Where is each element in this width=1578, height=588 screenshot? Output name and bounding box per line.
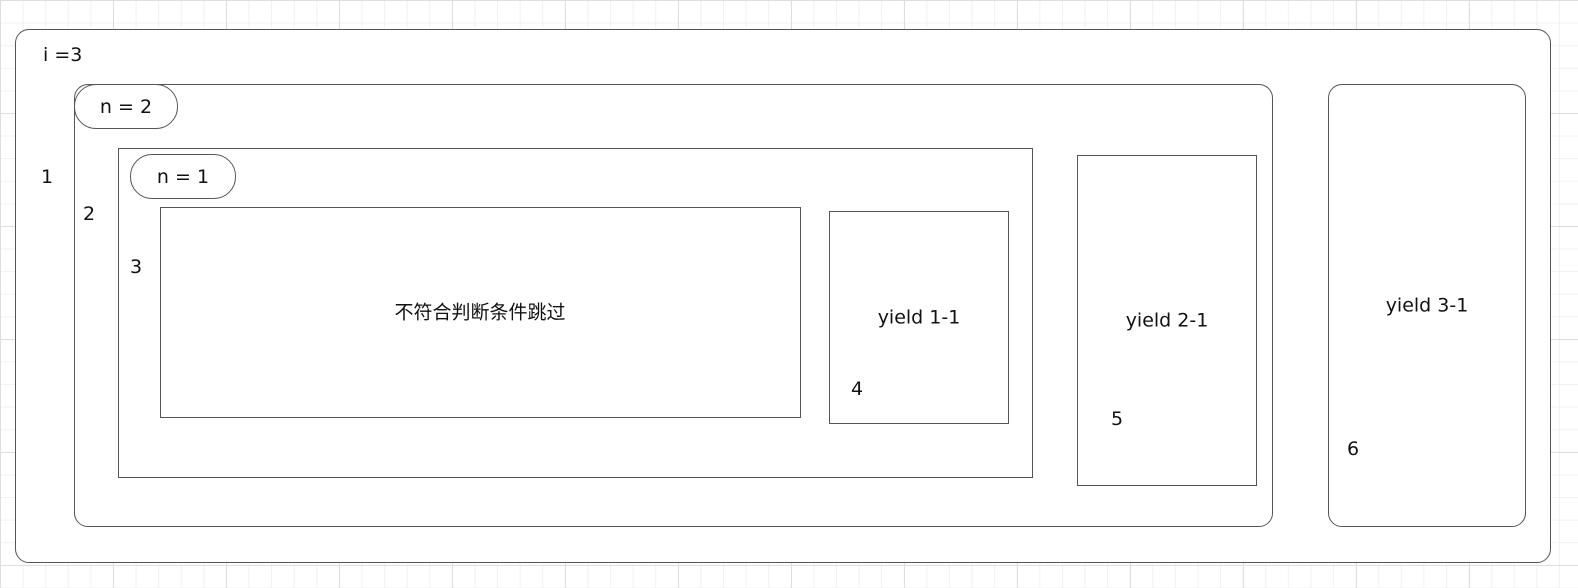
yield-3-1-text: yield 3-1 [1385, 294, 1469, 317]
yield-2-1-text: yield 2-1 [1125, 309, 1209, 332]
step-number-1: 1 [41, 166, 54, 188]
step-number-6: 6 [1347, 438, 1360, 460]
skip-condition-text: 不符合判断条件跳过 [394, 301, 566, 324]
step-number-3: 3 [130, 256, 143, 278]
step-number-5: 5 [1111, 408, 1124, 430]
step-number-2: 2 [83, 203, 96, 225]
yield-1-1-text: yield 1-1 [877, 306, 961, 329]
scope-n1-title: n = 1 [130, 154, 236, 199]
scope-n2-title: n = 2 [74, 84, 178, 129]
step-number-4: 4 [851, 378, 864, 400]
outer-loop-title: i =3 [43, 44, 83, 66]
